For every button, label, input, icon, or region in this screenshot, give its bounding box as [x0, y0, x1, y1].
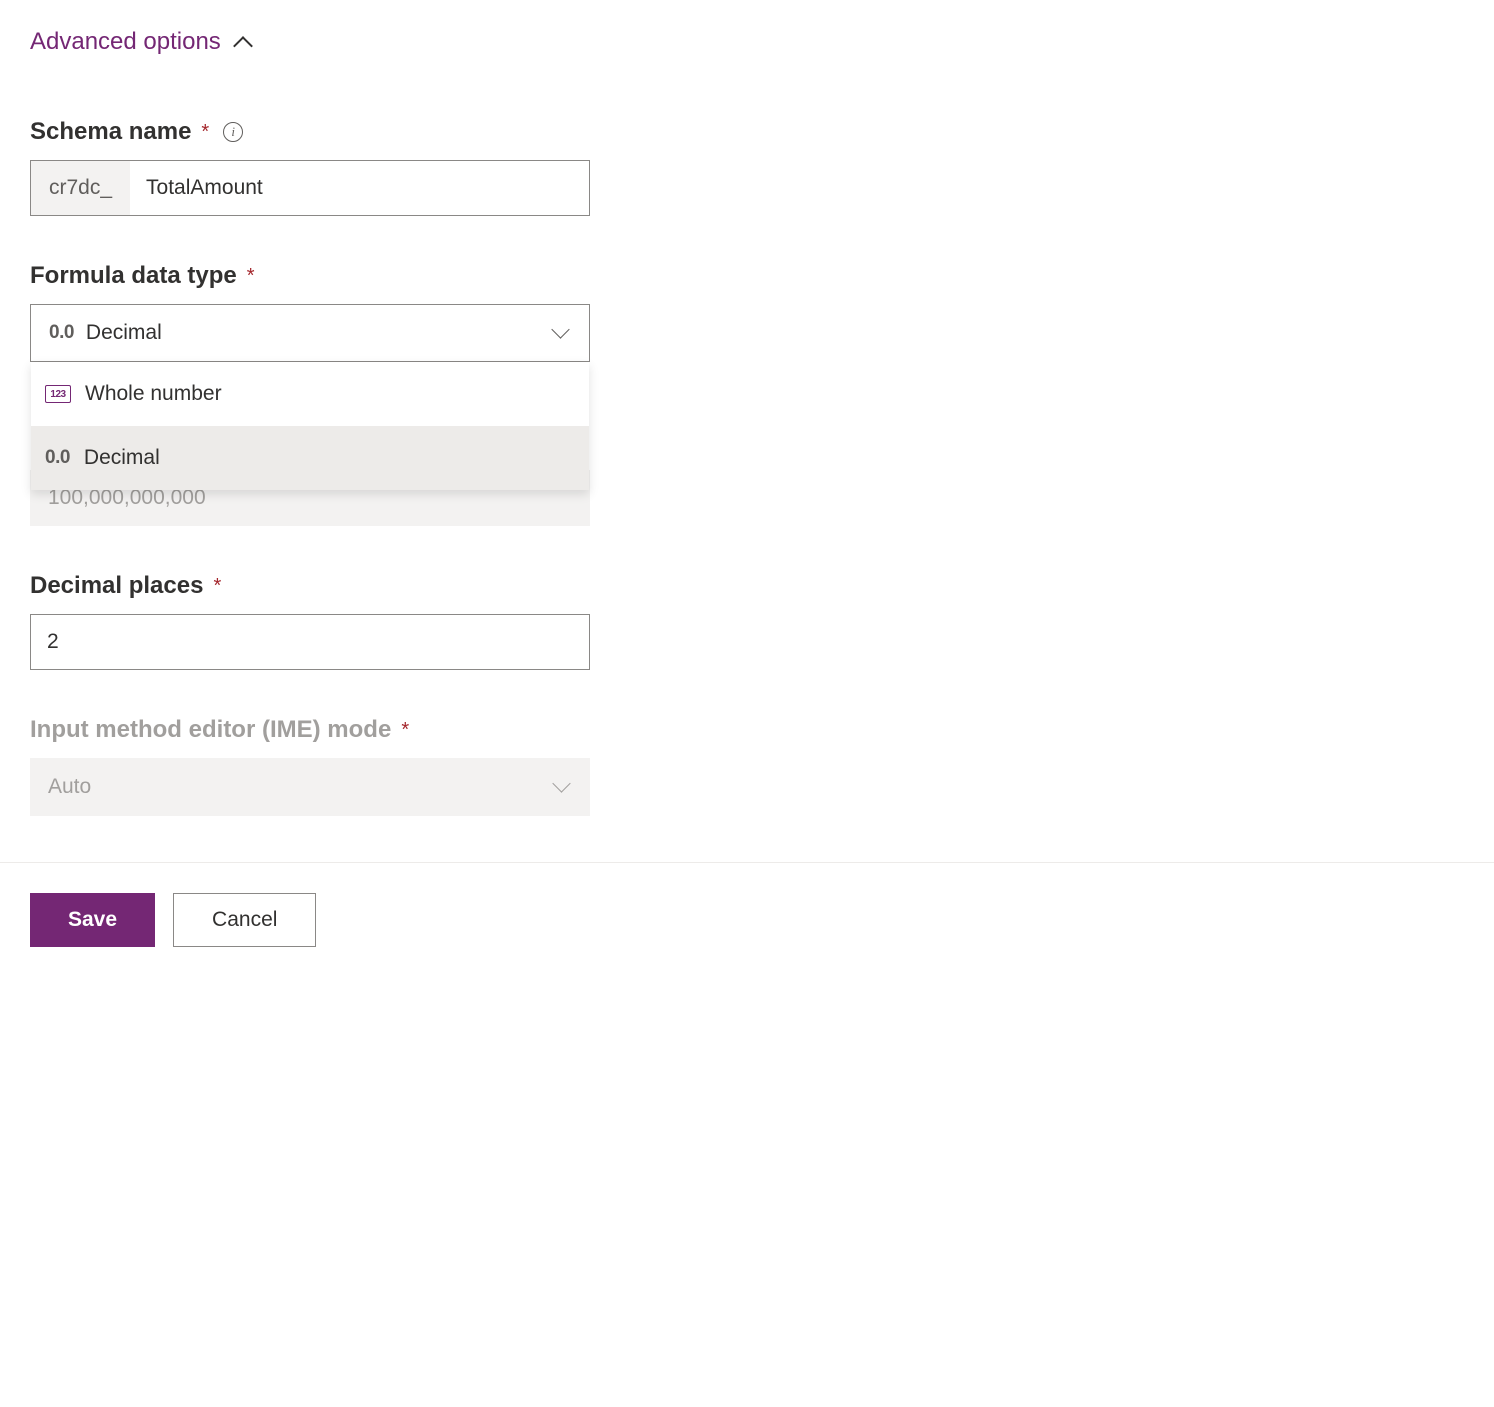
option-label: Decimal [84, 446, 160, 470]
ime-mode-dropdown: Auto [30, 758, 590, 816]
schema-name-input-wrapper: cr7dc_ [30, 160, 590, 216]
decimal-icon: 0.0 [49, 322, 74, 344]
schema-name-group: Schema name * i cr7dc_ [30, 118, 1464, 216]
footer: Save Cancel [0, 862, 1494, 977]
chevron-down-icon [555, 325, 571, 341]
required-indicator: * [401, 719, 409, 742]
decimal-places-input[interactable] [30, 614, 590, 670]
ime-mode-label: Input method editor (IME) mode [30, 716, 391, 744]
chevron-up-icon [235, 34, 251, 50]
ime-mode-group: Input method editor (IME) mode * Auto [30, 716, 1464, 816]
option-whole-number[interactable]: 123 Whole number [31, 362, 589, 426]
required-indicator: * [201, 121, 209, 144]
formula-data-type-group: Formula data type * 0.0 Decimal 123 Whol… [30, 262, 1464, 362]
decimal-places-group: Decimal places * [30, 572, 1464, 670]
chevron-down-icon [556, 779, 572, 795]
whole-number-icon: 123 [45, 385, 71, 403]
option-label: Whole number [85, 382, 222, 406]
schema-name-label: Schema name [30, 118, 191, 146]
decimal-icon: 0.0 [45, 447, 70, 469]
formula-data-type-dropdown[interactable]: 0.0 Decimal 123 Whole number 0.0 [30, 304, 590, 362]
info-icon[interactable]: i [223, 122, 243, 142]
schema-name-input[interactable] [130, 161, 589, 215]
cancel-button[interactable]: Cancel [173, 893, 316, 947]
decimal-places-label: Decimal places [30, 572, 203, 600]
formula-data-type-options: 123 Whole number 0.0 Decimal [31, 362, 589, 490]
option-decimal[interactable]: 0.0 Decimal [31, 426, 589, 490]
required-indicator: * [247, 265, 255, 288]
formula-data-type-label: Formula data type [30, 262, 237, 290]
schema-name-prefix: cr7dc_ [31, 161, 130, 215]
save-button[interactable]: Save [30, 893, 155, 947]
required-indicator: * [213, 575, 221, 598]
advanced-options-toggle[interactable]: Advanced options [30, 28, 1464, 56]
ime-mode-value: Auto [48, 775, 556, 799]
advanced-options-label: Advanced options [30, 28, 221, 56]
dropdown-selected-text: Decimal [86, 321, 555, 345]
